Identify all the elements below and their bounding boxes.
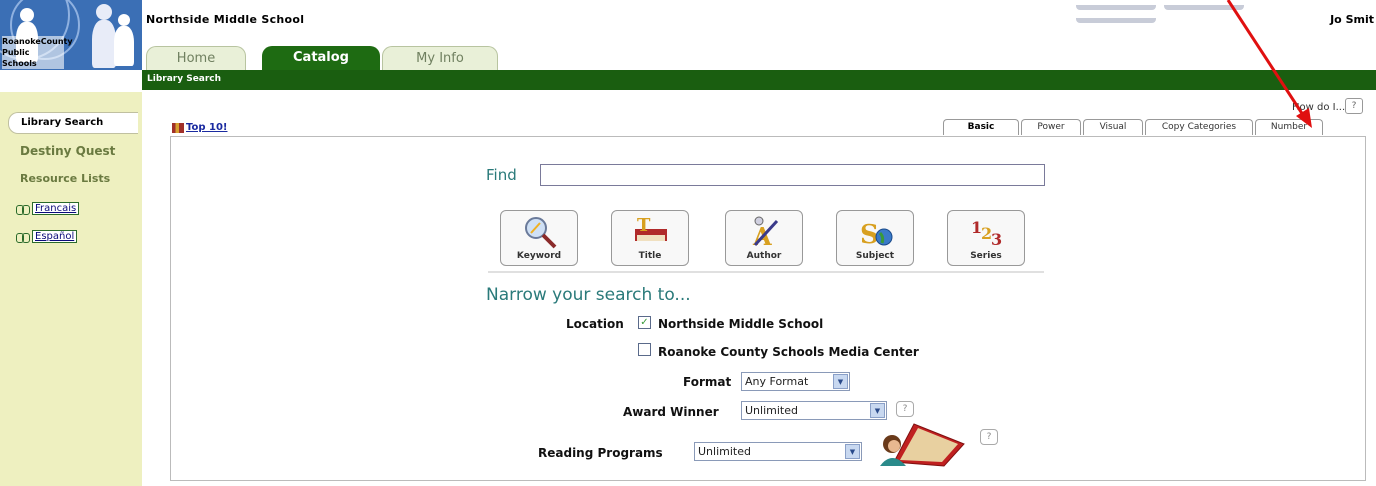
- title-search-button[interactable]: T Title: [611, 210, 689, 266]
- tab-catalog[interactable]: Catalog: [262, 46, 380, 70]
- tab-number[interactable]: Number: [1255, 119, 1323, 135]
- svg-text:T: T: [637, 215, 651, 236]
- award-winner-label: Award Winner: [623, 405, 719, 419]
- keyword-label: Keyword: [516, 251, 562, 261]
- top-utility-buttons[interactable]: [1076, 0, 1336, 23]
- title-book-icon: T: [635, 215, 667, 241]
- format-select-value: Any Format: [745, 375, 809, 388]
- find-label: Find: [486, 166, 517, 184]
- sidebar: Library Search Destiny Quest Resource Li…: [0, 92, 142, 486]
- location-checkbox-northside[interactable]: ✓: [638, 316, 651, 329]
- reading-girl-icon: [880, 423, 965, 467]
- search-type-tabs: Basic Power Visual Copy Categories Numbe…: [943, 119, 1325, 135]
- district-logo: RoanokeCounty Public Schools: [0, 0, 142, 70]
- tab-visual[interactable]: Visual: [1083, 119, 1143, 135]
- language-flag-icon: [16, 203, 30, 215]
- chevron-down-icon: ▼: [845, 444, 860, 459]
- chevron-down-icon: ▼: [870, 403, 885, 418]
- search-panel: [170, 136, 1366, 481]
- narrow-heading: Narrow your search to...: [486, 285, 691, 305]
- books-icon: [172, 122, 184, 133]
- keyword-search-button[interactable]: Keyword: [500, 210, 578, 266]
- top-10-link[interactable]: Top 10!: [172, 122, 227, 133]
- subnav-library-search[interactable]: Library Search: [147, 74, 221, 84]
- sidebar-item-resource-lists[interactable]: Resource Lists: [20, 172, 110, 185]
- language-flag-icon: [16, 231, 30, 243]
- reading-select-value: Unlimited: [698, 445, 751, 458]
- language-label: Español: [32, 230, 78, 243]
- language-label: Francais: [32, 202, 80, 215]
- divider: [488, 271, 1044, 273]
- user-name[interactable]: Jo Smit: [1330, 13, 1374, 26]
- author-label: Author: [746, 251, 782, 261]
- subnav-bar: Library Search: [142, 70, 1376, 90]
- sidebar-item-library-search[interactable]: Library Search: [8, 112, 138, 134]
- subject-label: Subject: [855, 251, 895, 261]
- tab-basic[interactable]: Basic: [943, 119, 1019, 135]
- series-label: Series: [970, 251, 1002, 261]
- header: RoanokeCounty Public Schools Northside M…: [0, 0, 1376, 92]
- language-button-espanol[interactable]: Español: [16, 230, 78, 243]
- school-name: Northside Middle School: [146, 13, 305, 26]
- tab-my-info[interactable]: My Info: [382, 46, 498, 70]
- format-select[interactable]: Any Format ▼: [741, 372, 850, 391]
- chevron-down-icon: ▼: [833, 374, 848, 389]
- location-northside-label: Northside Middle School: [658, 317, 824, 331]
- author-search-button[interactable]: A Author: [725, 210, 803, 266]
- subject-search-button[interactable]: S Subject: [836, 210, 914, 266]
- tab-copy-categories[interactable]: Copy Categories: [1145, 119, 1253, 135]
- series-123-icon: 1 2 3: [971, 218, 1002, 249]
- magnifier-icon: [525, 217, 557, 249]
- language-button-francais[interactable]: Francais: [16, 202, 80, 215]
- location-media-center-label: Roanoke County Schools Media Center: [658, 345, 919, 359]
- top-10-label: Top 10!: [186, 122, 228, 133]
- reading-programs-label: Reading Programs: [538, 446, 663, 460]
- reading-help-icon[interactable]: ?: [980, 429, 998, 445]
- award-select-value: Unlimited: [745, 404, 798, 417]
- help-icon[interactable]: ?: [1345, 98, 1363, 114]
- find-input[interactable]: [540, 164, 1045, 186]
- author-pen-icon: A: [752, 216, 779, 249]
- reading-programs-select[interactable]: Unlimited ▼: [694, 442, 862, 461]
- award-winner-select[interactable]: Unlimited ▼: [741, 401, 887, 420]
- location-label: Location: [566, 317, 624, 331]
- svg-text:3: 3: [991, 230, 1002, 249]
- logo-text: RoanokeCounty Public Schools: [2, 36, 73, 69]
- how-do-i-link[interactable]: How do I...: [1292, 102, 1345, 113]
- tab-home[interactable]: Home: [146, 46, 246, 70]
- title-label: Title: [638, 251, 662, 261]
- award-help-icon[interactable]: ?: [896, 401, 914, 417]
- tab-power[interactable]: Power: [1021, 119, 1081, 135]
- format-label: Format: [683, 375, 732, 389]
- sidebar-item-destiny-quest[interactable]: Destiny Quest: [20, 144, 115, 158]
- location-checkbox-media-center[interactable]: [638, 343, 651, 356]
- series-search-button[interactable]: 1 2 3 Series: [947, 210, 1025, 266]
- subject-globe-icon: S: [860, 220, 893, 249]
